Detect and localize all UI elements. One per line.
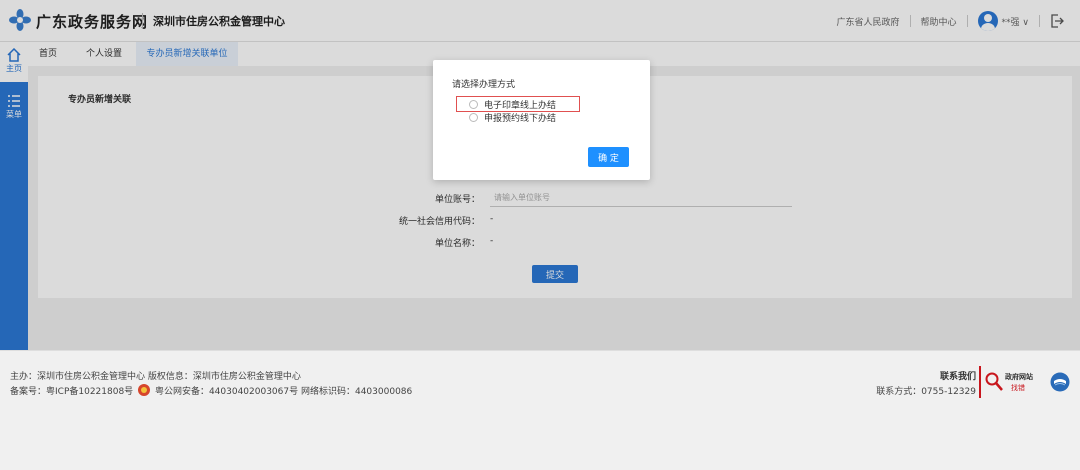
contact-phone: 联系方式：0755-12329 bbox=[876, 387, 976, 397]
icp-number[interactable]: 备案号：粤ICP备10221808号 bbox=[10, 387, 133, 397]
option-label: 电子印章线上办结 bbox=[484, 100, 557, 111]
footer-sponsor: 主办：深圳市住房公积金管理中心 版权信息：深圳市住房公积金管理中心 bbox=[10, 372, 301, 382]
police-record-number[interactable]: 粤公网安备：44030402003067号 bbox=[155, 387, 298, 397]
site-code: 网络标识码：4403000086 bbox=[300, 387, 413, 397]
option-label: 申报预约线下办结 bbox=[484, 113, 557, 124]
magnifier-icon bbox=[985, 372, 1003, 391]
dialog-title: 请选择办理方式 bbox=[452, 80, 516, 90]
police-shield-icon[interactable] bbox=[1050, 372, 1070, 392]
footer-registration: 备案号：粤ICP备10221808号 粤公网安备：44030402003067号… bbox=[10, 384, 412, 397]
radio-button-icon[interactable] bbox=[469, 99, 478, 109]
confirm-button[interactable]: 确 定 bbox=[588, 147, 629, 167]
contact-title: 联系我们 bbox=[939, 372, 976, 382]
option-offline-appointment[interactable]: 申报预约线下办结 bbox=[469, 110, 556, 124]
police-badge-icon bbox=[138, 384, 151, 396]
gov-site-sub-label: 找错 bbox=[1011, 384, 1025, 392]
gov-site-label: 政府网站 bbox=[1005, 373, 1033, 381]
radio-button-icon[interactable] bbox=[469, 112, 478, 122]
gov-site-error-report-link[interactable]: 政府网站 找错 bbox=[979, 366, 1041, 398]
processing-method-dialog: 请选择办理方式 电子印章线上办结 申报预约线下办结 确 定 bbox=[433, 60, 650, 180]
page-footer: 主办：深圳市住房公积金管理中心 版权信息：深圳市住房公积金管理中心 备案号：粤I… bbox=[0, 350, 1080, 470]
option-online-seal[interactable]: 电子印章线上办结 bbox=[469, 97, 556, 111]
